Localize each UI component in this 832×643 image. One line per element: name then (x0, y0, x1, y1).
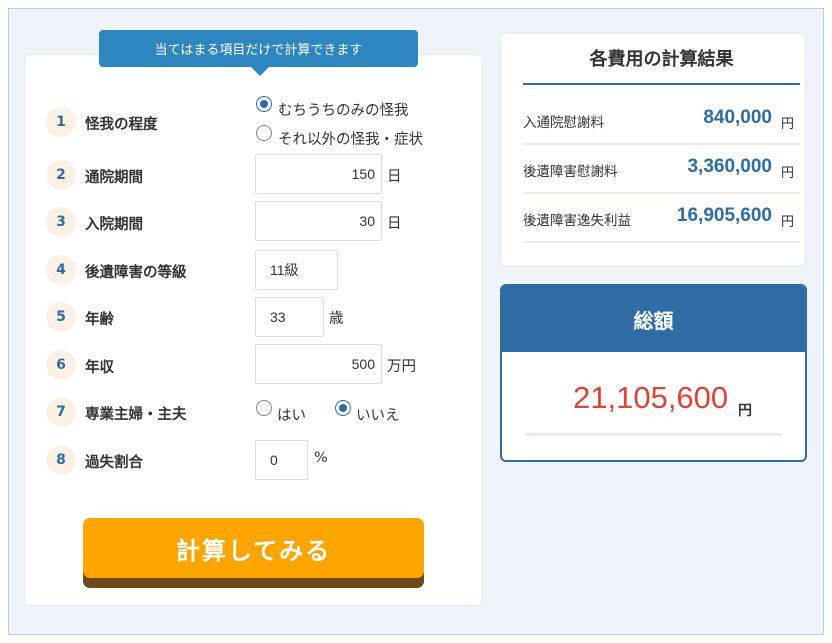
row-number-1: 1 (46, 107, 76, 137)
result-row: 後遺障害慰謝料 3,360,000 円 (523, 146, 800, 194)
fault-ratio-input[interactable]: 0 (255, 440, 308, 480)
disability-grade-select[interactable]: 11級 (255, 250, 338, 290)
hint-banner: 当てはまる項目だけで計算できます (99, 30, 418, 67)
radio-homemaker-no-label[interactable]: いいえ (356, 404, 400, 425)
row-number-3: 3 (46, 207, 76, 237)
age-input[interactable]: 33 (255, 297, 324, 337)
result-value: 3,360,000 (687, 156, 772, 177)
row-number-7: 7 (46, 397, 76, 427)
radio-whiplash-only[interactable] (256, 96, 272, 112)
radio-homemaker-no[interactable] (335, 400, 351, 416)
radio-homemaker-yes[interactable] (256, 400, 272, 416)
radio-other-injury-label[interactable]: それ以外の怪我・症状 (278, 128, 423, 149)
result-value: 16,905,600 (676, 205, 772, 226)
row-number-5: 5 (46, 302, 76, 332)
row-number-8: 8 (46, 445, 76, 475)
label-annual-income: 年収 (85, 360, 114, 376)
result-row: 後遺障害逸失利益 16,905,600 円 (523, 195, 800, 243)
result-unit: 円 (780, 215, 794, 230)
fault-unit: % (314, 450, 328, 466)
outpatient-unit: 日 (387, 169, 402, 185)
label-age: 年齢 (85, 312, 114, 328)
outpatient-days-input[interactable]: 150 (255, 154, 382, 194)
results-title: 各費用の計算結果 (523, 45, 800, 85)
result-value: 840,000 (703, 107, 772, 128)
result-name: 入通院慰謝料 (523, 115, 604, 131)
radio-whiplash-only-label[interactable]: むちうちのみの怪我 (278, 99, 409, 120)
row-number-4: 4 (46, 255, 76, 285)
banner-pointer (251, 67, 269, 76)
row-number-6: 6 (46, 350, 76, 380)
label-fault-ratio: 過失割合 (85, 455, 143, 471)
annual-income-input[interactable]: 500 (255, 344, 382, 384)
total-value: 21,105,600 (573, 380, 729, 415)
radio-other-injury[interactable] (256, 125, 272, 141)
income-unit: 万円 (387, 359, 416, 375)
label-disability-grade: 後遺障害の等級 (85, 265, 187, 281)
inpatient-unit: 日 (387, 216, 402, 232)
total-title: 総額 (502, 286, 805, 352)
row-number-2: 2 (46, 160, 76, 190)
result-row: 入通院慰謝料 840,000 円 (523, 97, 800, 145)
age-unit: 歳 (329, 311, 344, 327)
label-outpatient-period: 通院期間 (85, 170, 143, 186)
label-homemaker: 専業主婦・主夫 (85, 407, 187, 423)
radio-homemaker-yes-label[interactable]: はい (277, 404, 306, 425)
inpatient-days-input[interactable]: 30 (255, 201, 382, 241)
result-name: 後遺障害逸失利益 (523, 213, 631, 229)
result-unit: 円 (780, 117, 794, 132)
total-divider (525, 433, 782, 436)
label-inpatient-period: 入院期間 (85, 217, 143, 233)
total-unit: 円 (738, 403, 752, 419)
calculate-button[interactable]: 計算してみる (83, 518, 424, 578)
result-unit: 円 (780, 166, 794, 181)
result-name: 後遺障害慰謝料 (523, 164, 618, 180)
label-injury-level: 怪我の程度 (85, 117, 158, 133)
